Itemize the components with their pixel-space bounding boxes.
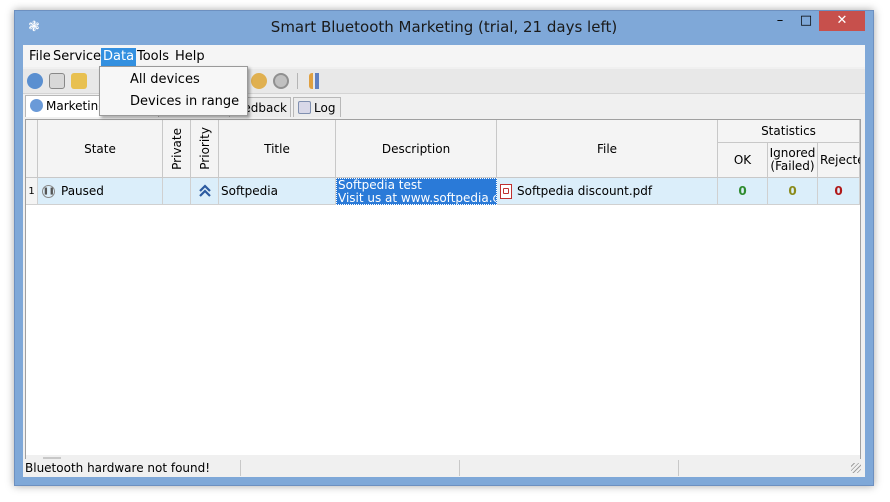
header-private-label: Private <box>169 127 184 170</box>
header-ignored[interactable]: Ignored (Failed) <box>768 143 818 178</box>
menu-item-devices-in-range[interactable]: Devices in range <box>130 93 239 111</box>
cell-description[interactable]: Softpedia test Visit us at www.softpedia… <box>336 178 497 205</box>
header-file[interactable]: File <box>497 120 718 178</box>
gear-icon[interactable] <box>273 73 289 89</box>
status-panel-2 <box>241 460 460 476</box>
header-ok[interactable]: OK <box>718 143 768 178</box>
data-menu-dropdown: All devices Devices in range <box>99 66 248 116</box>
menu-help[interactable]: Help <box>173 48 207 66</box>
header-private[interactable]: Private <box>163 120 191 178</box>
tab-label: Log <box>314 101 336 115</box>
header-title[interactable]: Title <box>219 120 336 178</box>
file-name: Softpedia discount.pdf <box>517 184 653 198</box>
header-statistics: Statistics <box>718 120 860 143</box>
cell-state[interactable]: ❚❚ Paused <box>38 178 163 205</box>
properties-icon[interactable] <box>49 73 65 89</box>
status-message: Bluetooth hardware not found! <box>23 460 241 476</box>
cell-rejected[interactable]: 0 <box>818 178 860 205</box>
tab-label: Marketing <box>46 99 106 113</box>
minimize-button[interactable]: – <box>767 11 793 31</box>
status-bar: Bluetooth hardware not found! <box>23 459 865 477</box>
pause-icon: ❚❚ <box>42 184 55 198</box>
folder-icon[interactable] <box>71 73 87 89</box>
cell-priority[interactable] <box>191 178 219 205</box>
close-button[interactable]: ✕ <box>819 11 865 31</box>
log-icon <box>298 101 311 114</box>
marketing-grid: State Private Priority Title Description… <box>25 119 861 457</box>
window-title: Smart Bluetooth Marketing (trial, 21 day… <box>270 18 618 36</box>
report-icon[interactable] <box>309 73 325 89</box>
menu-item-all-devices[interactable]: All devices <box>130 71 200 89</box>
header-state[interactable]: State <box>38 120 163 178</box>
menu-tools[interactable]: Tools <box>135 48 171 66</box>
description-line-1: Softpedia test <box>338 178 422 192</box>
pdf-file-icon <box>500 183 512 199</box>
menu-bar: File Services Data Tools Help <box>23 45 865 67</box>
header-description[interactable]: Description <box>336 120 497 178</box>
resize-grip-icon[interactable] <box>851 463 861 473</box>
row-index[interactable]: 1 <box>26 178 38 205</box>
cell-title[interactable]: Softpedia <box>219 178 336 205</box>
state-text: Paused <box>61 184 104 198</box>
status-panel-3 <box>460 460 679 476</box>
radar-icon <box>30 99 43 112</box>
double-chevron-up-icon <box>198 184 211 197</box>
cell-ok[interactable]: 0 <box>718 178 768 205</box>
cell-file[interactable]: Softpedia discount.pdf <box>497 178 718 205</box>
header-rejected[interactable]: Rejecte <box>818 143 860 178</box>
maximize-button[interactable]: □ <box>793 11 819 31</box>
cell-private[interactable] <box>163 178 191 205</box>
settings-icon[interactable] <box>251 73 267 89</box>
toolbar-separator <box>297 73 298 89</box>
start-icon[interactable] <box>27 73 43 89</box>
title-bar[interactable]: ❃ Smart Bluetooth Marketing (trial, 21 d… <box>15 11 873 45</box>
header-priority[interactable]: Priority <box>191 120 219 178</box>
header-priority-label: Priority <box>197 127 212 170</box>
tab-log[interactable]: Log <box>293 97 341 117</box>
row-indicator-header <box>26 120 38 178</box>
cell-ignored[interactable]: 0 <box>768 178 818 205</box>
menu-file[interactable]: File <box>27 48 53 66</box>
menu-data[interactable]: Data <box>101 48 137 66</box>
description-line-2: Visit us at www.softpedia.com <box>338 190 496 205</box>
